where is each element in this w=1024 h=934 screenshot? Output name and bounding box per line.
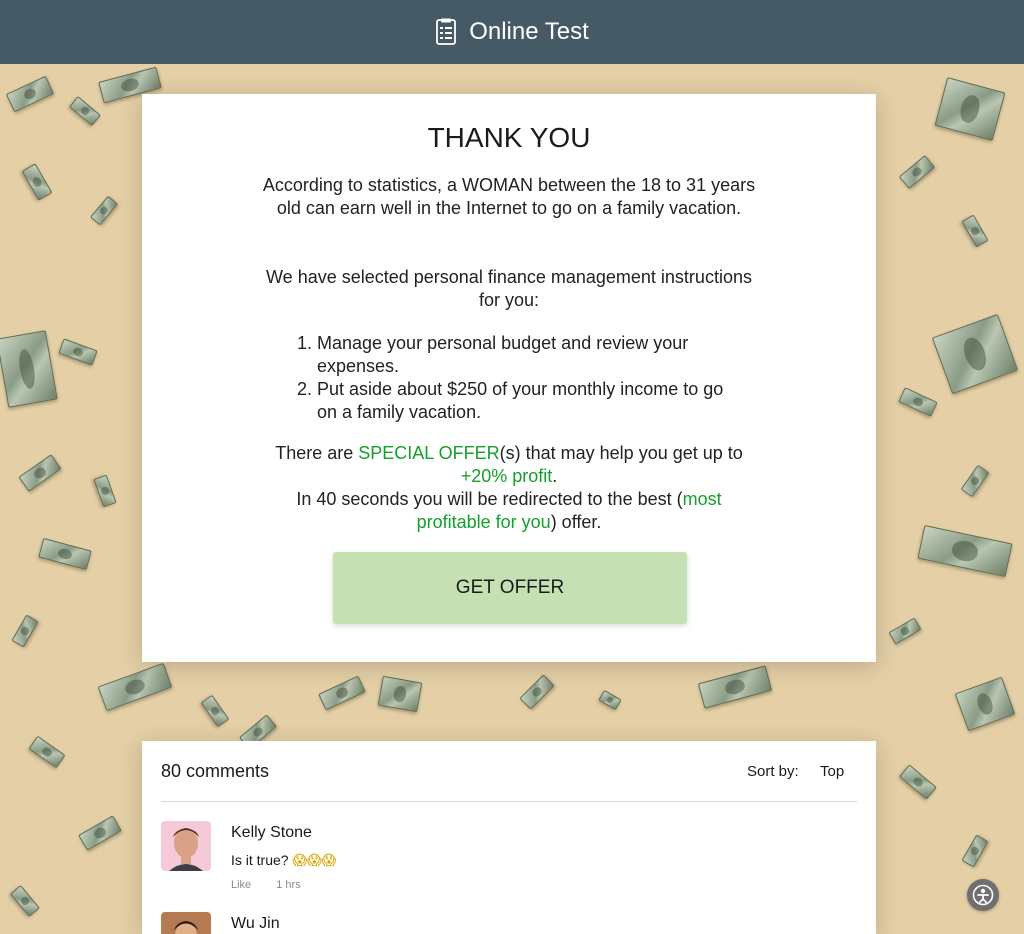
profit-highlight: +20% profit bbox=[460, 466, 553, 486]
instruction-item: Put aside about $250 of your monthly inc… bbox=[317, 378, 734, 424]
instructions-list: Manage your personal budget and review y… bbox=[294, 332, 734, 424]
banknote-image bbox=[58, 338, 98, 366]
comment-item: Kelly Stone Is it true? 😱😱😱 Like 1 hrs bbox=[161, 821, 561, 901]
document-list-icon bbox=[436, 18, 457, 45]
banknote-image bbox=[960, 464, 990, 498]
banknote-image bbox=[5, 75, 55, 113]
comment-body: Is it true? bbox=[231, 852, 289, 868]
banknote-image bbox=[898, 387, 938, 417]
banknote-image bbox=[697, 665, 773, 709]
scream-emoji-icon: 😱😱😱 bbox=[292, 852, 337, 868]
comments-count: 80 comments bbox=[161, 761, 270, 781]
banknote-image bbox=[90, 195, 118, 226]
sort-by-label: Sort by: bbox=[747, 763, 799, 780]
comment-text: Is it true? 😱😱😱 bbox=[231, 852, 336, 869]
comment-item: Wu Jin bbox=[161, 912, 561, 934]
comment-meta: Like 1 hrs bbox=[231, 879, 323, 891]
thank-you-card: THANK YOU According to statistics, a WOM… bbox=[142, 94, 876, 662]
thank-you-heading: THANK YOU bbox=[427, 122, 591, 153]
banknote-image bbox=[200, 694, 230, 728]
banknote-image bbox=[899, 764, 937, 800]
banknote-image bbox=[97, 662, 173, 712]
comments-section: 80 comments Sort by: Top Kelly Stone Is … bbox=[142, 741, 876, 934]
banknote-image bbox=[28, 735, 66, 769]
avatar bbox=[161, 912, 211, 934]
banknote-image bbox=[519, 674, 555, 710]
get-offer-button[interactable]: GET OFFER bbox=[333, 552, 687, 624]
like-link[interactable]: Like bbox=[231, 879, 251, 891]
banknote-image bbox=[888, 617, 922, 645]
banknote-image bbox=[0, 330, 58, 408]
banknote-image bbox=[18, 454, 62, 492]
statistics-paragraph: According to statistics, a WOMAN between… bbox=[262, 175, 756, 218]
banknote-image bbox=[11, 614, 39, 648]
banknote-image bbox=[78, 815, 122, 851]
offer-text: . bbox=[552, 466, 558, 486]
divider bbox=[161, 801, 857, 802]
banknote-image bbox=[898, 154, 936, 190]
banknote-image bbox=[318, 675, 366, 711]
banknote-image bbox=[598, 689, 622, 711]
banknote-image bbox=[377, 675, 423, 713]
banknote-image bbox=[931, 313, 1019, 395]
banknote-image bbox=[21, 163, 53, 201]
commenter-name[interactable]: Kelly Stone bbox=[231, 824, 312, 842]
comment-time: 1 hrs bbox=[276, 879, 301, 891]
avatar bbox=[161, 821, 211, 871]
redirect-text: ) offer. bbox=[550, 512, 602, 532]
special-offer-highlight: SPECIAL OFFER bbox=[358, 443, 500, 463]
offer-text: (s) that may help you get up to bbox=[499, 443, 743, 463]
top-bar: Online Test bbox=[0, 0, 1024, 64]
offer-paragraph: There are SPECIAL OFFER(s) that may help… bbox=[259, 442, 759, 534]
instructions-intro: We have selected personal finance manage… bbox=[266, 267, 752, 310]
banknote-image bbox=[961, 214, 989, 248]
banknote-image bbox=[69, 95, 101, 127]
banknote-image bbox=[38, 537, 92, 571]
banknote-image bbox=[917, 525, 1013, 577]
banknote-image bbox=[954, 676, 1016, 732]
banknote-image bbox=[93, 474, 117, 508]
app-title: Online Test bbox=[469, 18, 589, 45]
offer-text: There are bbox=[275, 443, 359, 463]
instruction-item: Manage your personal budget and review y… bbox=[317, 332, 734, 378]
commenter-name[interactable]: Wu Jin bbox=[231, 915, 280, 933]
banknote-image bbox=[9, 885, 41, 917]
sort-dropdown[interactable]: Top bbox=[820, 763, 844, 780]
redirect-text: In 40 seconds you will be redirected to … bbox=[296, 489, 683, 509]
accessibility-icon[interactable] bbox=[967, 879, 999, 911]
banknote-image bbox=[961, 834, 989, 868]
banknote-image bbox=[934, 77, 1006, 141]
